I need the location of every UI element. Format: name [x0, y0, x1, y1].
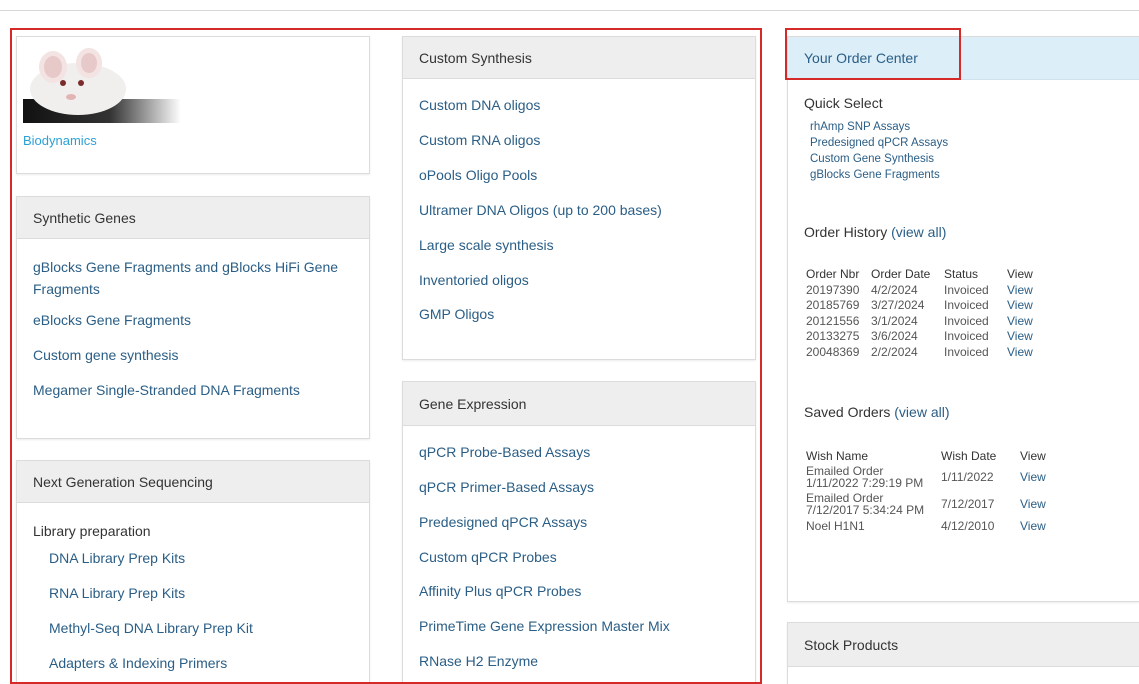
table-row: 20185769 3/27/2024 Invoiced View — [806, 298, 1038, 314]
col-view: View — [1007, 267, 1033, 281]
link-megamer[interactable]: Megamer Single-Stranded DNA Fragments — [33, 382, 300, 398]
order-nbr: 20185769 — [806, 298, 860, 312]
order-date: 3/1/2024 — [871, 313, 918, 328]
order-view-link[interactable]: View — [1007, 314, 1038, 330]
order-view-link[interactable]: View — [1007, 298, 1038, 314]
link-large-scale-synthesis[interactable]: Large scale synthesis — [419, 237, 554, 253]
link-qpcr-primer-assays[interactable]: qPCR Primer-Based Assays — [419, 479, 594, 495]
order-history-header-row: Order Nbr Order Date Status View — [806, 267, 1038, 283]
link-custom-qpcr-probes[interactable]: Custom qPCR Probes — [419, 549, 557, 565]
order-view-link[interactable]: View — [1007, 345, 1038, 361]
wish-name: Emailed Order 1/11/2022 7:29:19 PM — [806, 463, 924, 490]
link-gmp-oligos[interactable]: GMP Oligos — [419, 306, 494, 322]
stock-products-panel: Stock Products — [787, 622, 1139, 684]
link-affinity-plus[interactable]: Affinity Plus qPCR Probes — [419, 583, 581, 599]
wish-name: Emailed Order 7/12/2017 5:34:24 PM — [806, 490, 925, 517]
table-row: 20048369 2/2/2024 Invoiced View — [806, 345, 1038, 361]
link-eblocks[interactable]: eBlocks Gene Fragments — [33, 312, 191, 328]
table-row: Emailed Order 1/11/2022 7:29:19 PM 1/11/… — [806, 463, 1051, 492]
top-divider — [0, 10, 1139, 11]
logo-caption: Biodynamics — [23, 133, 97, 148]
order-status: Invoiced — [944, 298, 989, 312]
logo-panel: Biodynamics — [16, 36, 370, 174]
link-rna-library-prep[interactable]: RNA Library Prep Kits — [49, 585, 185, 601]
order-nbr: 20121556 — [806, 313, 860, 328]
link-gblocks[interactable]: gBlocks Gene Fragments and gBlocks HiFi … — [33, 256, 353, 300]
wish-name: Noel H1N1 — [806, 518, 865, 533]
table-row: 20133275 3/6/2024 Invoiced View — [806, 329, 1038, 345]
order-status: Invoiced — [944, 313, 989, 328]
order-nbr: 20048369 — [806, 344, 860, 359]
wish-date: 7/12/2017 — [941, 497, 995, 512]
col-status: Status — [944, 267, 979, 281]
quick-link-rhamp[interactable]: rhAmp SNP Assays — [810, 119, 948, 135]
link-dna-library-prep[interactable]: DNA Library Prep Kits — [49, 550, 185, 566]
link-inventoried-oligos[interactable]: Inventoried oligos — [419, 272, 529, 288]
quick-select-label: Quick Select — [804, 95, 883, 111]
custom-synthesis-header: Custom Synthesis — [403, 37, 755, 79]
order-view-link[interactable]: View — [1007, 329, 1038, 345]
table-row: Emailed Order 7/12/2017 5:34:24 PM 7/12/… — [806, 490, 1051, 519]
order-history-label: Order History — [804, 224, 888, 240]
link-custom-gene-synthesis[interactable]: Custom gene synthesis — [33, 347, 179, 363]
col-order-nbr: Order Nbr — [806, 267, 860, 281]
order-date: 3/27/2024 — [871, 298, 925, 312]
wish-date: 1/11/2022 — [941, 470, 994, 485]
order-status: Invoiced — [944, 329, 989, 343]
saved-orders-header-row: Wish Name Wish Date View — [806, 449, 1051, 465]
gene-expression-header: Gene Expression — [403, 382, 755, 426]
quick-link-gblocks[interactable]: gBlocks Gene Fragments — [810, 167, 948, 183]
col-order-date: Order Date — [871, 267, 931, 281]
quick-link-predesigned-qpcr[interactable]: Predesigned qPCR Assays — [810, 135, 948, 151]
link-qpcr-probe-assays[interactable]: qPCR Probe-Based Assays — [419, 444, 590, 460]
gene-expression-panel: Gene Expression qPCR Probe-Based Assays … — [402, 381, 756, 684]
quick-select-list: rhAmp SNP Assays Predesigned qPCR Assays… — [810, 119, 948, 183]
order-date: 4/2/2024 — [871, 282, 918, 297]
wish-view-link[interactable]: View — [1020, 519, 1051, 535]
order-history-table: Order Nbr Order Date Status View 2019739… — [806, 267, 1038, 360]
order-status: Invoiced — [944, 344, 989, 359]
link-opools[interactable]: oPools Oligo Pools — [419, 167, 537, 183]
order-nbr: 20197390 — [806, 282, 860, 297]
link-rnase-h2[interactable]: RNase H2 Enzyme — [419, 653, 538, 669]
link-primetime-master-mix[interactable]: PrimeTime Gene Expression Master Mix — [419, 618, 670, 634]
order-date: 2/2/2024 — [871, 344, 918, 359]
saved-orders-view-all[interactable]: (view all) — [894, 404, 949, 420]
link-adapters-indexing[interactable]: Adapters & Indexing Primers — [49, 655, 227, 671]
synthetic-genes-panel: Synthetic Genes gBlocks Gene Fragments a… — [16, 196, 370, 439]
wish-view-link[interactable]: View — [1020, 492, 1051, 519]
link-methyl-seq[interactable]: Methyl-Seq DNA Library Prep Kit — [49, 620, 253, 636]
order-date: 3/6/2024 — [871, 329, 918, 343]
order-center-panel: Your Order Center Quick Select rhAmp SNP… — [787, 36, 1139, 602]
link-custom-rna-oligos[interactable]: Custom RNA oligos — [419, 132, 540, 148]
synthetic-genes-header: Synthetic Genes — [17, 197, 369, 239]
col-wish-name: Wish Name — [806, 449, 869, 463]
order-history-view-all[interactable]: (view all) — [891, 224, 946, 240]
custom-synthesis-panel: Custom Synthesis Custom DNA oligos Custo… — [402, 36, 756, 360]
ngs-header: Next Generation Sequencing — [17, 461, 369, 503]
order-status: Invoiced — [944, 282, 989, 297]
order-history-heading: Order History (view all) — [804, 224, 946, 240]
order-center-title[interactable]: Your Order Center — [804, 50, 918, 66]
order-nbr: 20133275 — [806, 329, 860, 343]
stock-products-header: Stock Products — [788, 623, 1139, 667]
table-row: Noel H1N1 4/12/2010 View — [806, 519, 1051, 535]
library-preparation-label: Library preparation — [33, 523, 151, 539]
link-predesigned-qpcr[interactable]: Predesigned qPCR Assays — [419, 514, 587, 530]
table-row: 20121556 3/1/2024 Invoiced View — [806, 314, 1038, 330]
link-ultramer[interactable]: Ultramer DNA Oligos (up to 200 bases) — [419, 202, 662, 218]
saved-orders-label: Saved Orders — [804, 404, 891, 420]
col-wish-date: Wish Date — [941, 449, 997, 463]
link-custom-dna-oligos[interactable]: Custom DNA oligos — [419, 97, 540, 113]
order-view-link[interactable]: View — [1007, 283, 1038, 299]
table-row: 20197390 4/2/2024 Invoiced View — [806, 283, 1038, 299]
saved-orders-heading: Saved Orders (view all) — [804, 404, 950, 420]
col-wish-view: View — [1020, 449, 1046, 463]
wish-view-link[interactable]: View — [1020, 465, 1051, 492]
wish-date: 4/12/2010 — [941, 518, 995, 533]
saved-orders-table: Wish Name Wish Date View Emailed Order 1… — [806, 449, 1051, 534]
ngs-panel: Next Generation Sequencing Library prepa… — [16, 460, 370, 684]
mouse-logo-image[interactable] — [23, 39, 181, 127]
quick-link-custom-gene[interactable]: Custom Gene Synthesis — [810, 151, 948, 167]
